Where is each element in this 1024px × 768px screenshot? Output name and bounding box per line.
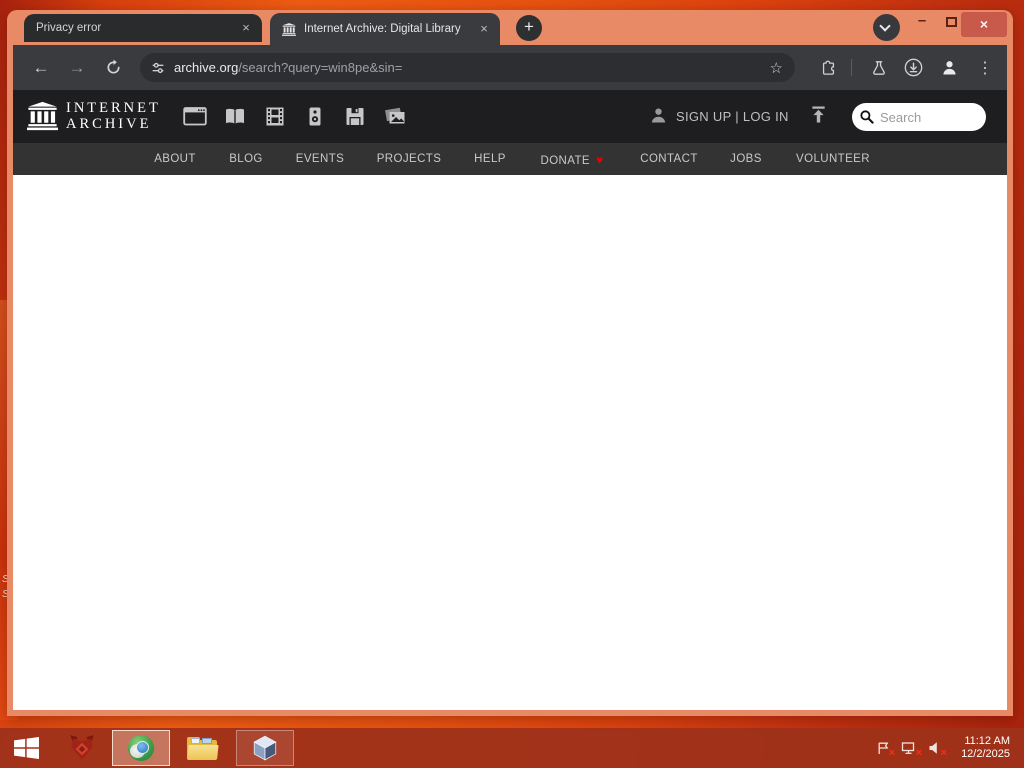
- network-status-icon[interactable]: ×: [901, 741, 922, 759]
- volume-muted-icon[interactable]: ×: [928, 741, 947, 759]
- nav-help[interactable]: HELP: [474, 153, 506, 165]
- forward-button[interactable]: →: [63, 45, 91, 90]
- taskbar-file-explorer-icon[interactable]: [176, 730, 228, 766]
- donate-heart-icon: ♥: [595, 153, 604, 167]
- taskbar-clock[interactable]: 11:12 AM 12/2/2025: [961, 735, 1010, 762]
- images-photo-icon[interactable]: [383, 106, 407, 127]
- web-icon[interactable]: [183, 106, 207, 127]
- software-floppy-icon[interactable]: [343, 106, 367, 127]
- restore-icon: [945, 17, 957, 27]
- search-icon: [859, 109, 875, 125]
- taskbar: × × × 11:12 AM 12/2/2025: [0, 728, 1024, 768]
- internet-archive-wordmark[interactable]: INTERNET ARCHIVE: [66, 100, 161, 132]
- labs-flask-icon[interactable]: [865, 45, 893, 90]
- nav-contact[interactable]: CONTACT: [640, 153, 698, 165]
- url-bar[interactable]: archive.org/search?query=win8pe&sin= ☆: [140, 53, 795, 82]
- bookmark-star-icon[interactable]: ☆: [770, 59, 783, 77]
- internet-archive-header: INTERNET ARCHIVE SIGN UP | LOG IN Search: [13, 90, 1007, 143]
- start-button[interactable]: [8, 730, 44, 766]
- nav-about[interactable]: ABOUT: [154, 153, 196, 165]
- menu-dots-icon[interactable]: ⋮: [975, 45, 995, 90]
- desktop: S S Privacy error × Internet Archive: Di…: [0, 0, 1024, 768]
- close-tab-icon[interactable]: ×: [476, 21, 492, 37]
- signup-login-link[interactable]: SIGN UP | LOG IN: [676, 109, 789, 124]
- tab-privacy-error[interactable]: Privacy error ×: [24, 14, 262, 42]
- toolbar-divider: [851, 59, 852, 76]
- minimize-button[interactable]: –: [911, 13, 933, 32]
- texts-book-icon[interactable]: [223, 106, 247, 127]
- chevron-down-icon: [879, 20, 891, 32]
- taskbar-red-app-icon[interactable]: [60, 730, 104, 766]
- nav-volunteer[interactable]: VOLUNTEER: [796, 153, 870, 165]
- close-tab-icon[interactable]: ×: [238, 20, 254, 36]
- folder-icon: [187, 736, 219, 760]
- browser-toolbar: ← → archive.org/search?query=win8pe&sin=…: [13, 45, 1007, 90]
- downloads-icon[interactable]: [899, 45, 927, 90]
- ia-search-input[interactable]: [880, 109, 975, 125]
- maximize-button[interactable]: [941, 17, 961, 31]
- nav-blog[interactable]: BLOG: [229, 153, 263, 165]
- tab-search-button[interactable]: [873, 14, 900, 41]
- reload-button[interactable]: [99, 45, 127, 90]
- clock-time: 11:12 AM: [964, 734, 1010, 747]
- new-tab-button[interactable]: +: [516, 15, 542, 41]
- tab-internet-archive[interactable]: Internet Archive: Digital Library ×: [270, 13, 500, 45]
- profile-avatar-icon[interactable]: [935, 45, 963, 90]
- back-button[interactable]: ←: [27, 45, 55, 90]
- action-center-flag-icon[interactable]: ×: [876, 741, 895, 759]
- page-content-blank: [13, 175, 1007, 710]
- internet-archive-favicon: [282, 22, 296, 36]
- clock-date: 12/2/2025: [961, 748, 1010, 760]
- error-x-badge: ×: [915, 747, 923, 759]
- upload-icon[interactable]: [810, 105, 827, 129]
- browser-titlebar[interactable]: Privacy error × Internet Archive: Digita…: [7, 10, 1013, 45]
- tab-title: Privacy error: [36, 22, 102, 34]
- chrome-logo-icon: [128, 735, 154, 761]
- nav-projects[interactable]: PROJECTS: [377, 153, 442, 165]
- taskbar-virtualbox-icon[interactable]: [236, 730, 294, 766]
- internet-archive-nav: ABOUT BLOG EVENTS PROJECTS HELP DONATE ♥ …: [13, 143, 1007, 175]
- cube-icon: [253, 735, 277, 761]
- media-type-icons: [183, 106, 407, 127]
- nav-jobs[interactable]: JOBS: [730, 153, 762, 165]
- video-film-icon[interactable]: [263, 106, 287, 127]
- nav-donate-label: DONATE: [540, 155, 590, 167]
- account-person-icon[interactable]: [650, 107, 667, 129]
- tab-title: Internet Archive: Digital Library: [304, 23, 461, 35]
- wordmark-line2: ARCHIVE: [66, 115, 152, 132]
- browser-window: Privacy error × Internet Archive: Digita…: [7, 10, 1013, 716]
- windows-logo-icon: [13, 737, 39, 759]
- wordmark-line1: INTERNET: [66, 100, 161, 116]
- error-x-badge: ×: [888, 747, 896, 759]
- extensions-puzzle-icon[interactable]: [814, 45, 842, 90]
- muted-x-badge: ×: [940, 747, 948, 759]
- url-text[interactable]: archive.org/search?query=win8pe&sin=: [174, 60, 762, 75]
- system-tray: × × × 11:12 AM 12/2/2025: [876, 735, 1010, 762]
- nav-events[interactable]: EVENTS: [296, 153, 344, 165]
- taskbar-chrome-icon[interactable]: [112, 730, 170, 766]
- internet-archive-logo[interactable]: [27, 100, 58, 137]
- nav-donate[interactable]: DONATE ♥: [541, 153, 604, 167]
- close-window-button[interactable]: ×: [961, 12, 1007, 37]
- ia-search-box[interactable]: [852, 103, 986, 131]
- site-settings-icon[interactable]: [150, 60, 166, 76]
- audio-speaker-icon[interactable]: [303, 106, 327, 127]
